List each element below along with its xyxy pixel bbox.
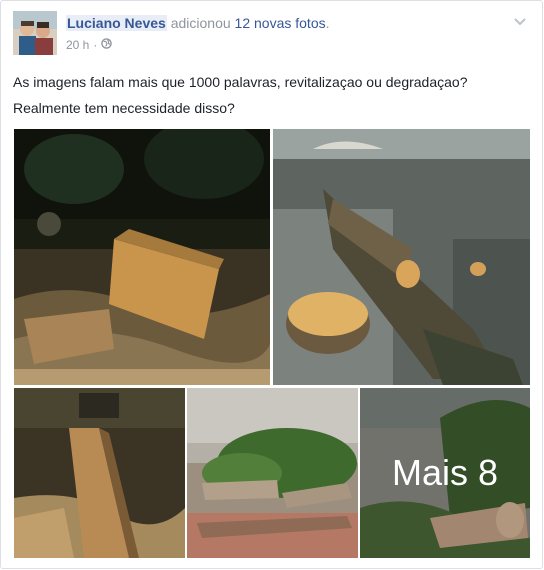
photo-4[interactable] (187, 388, 358, 558)
photo-5-more[interactable]: Mais 8 (360, 388, 530, 558)
chevron-down-icon[interactable] (512, 15, 528, 27)
post-text: As imagens falam mais que 1000 palavras,… (13, 69, 533, 121)
meta-separator: · (93, 38, 98, 52)
action-text: adicionou (170, 15, 231, 31)
post-text-line: Realmente tem necessidade disso? (13, 100, 235, 116)
post-card: Luciano Neves adicionou 12 novas fotos. … (0, 0, 543, 569)
photo-3[interactable] (14, 388, 185, 558)
post-meta: 20 h · (66, 38, 113, 52)
author-name-link[interactable]: Luciano Neves (66, 15, 167, 31)
more-photos-label[interactable]: Mais 8 (360, 388, 530, 558)
header-period: . (325, 15, 330, 31)
globe-icon[interactable] (101, 38, 113, 52)
author-avatar[interactable] (13, 11, 57, 55)
photo-2[interactable] (273, 129, 530, 385)
photos-count-link[interactable]: 12 novas fotos (235, 15, 326, 31)
photo-1[interactable] (14, 129, 270, 385)
post-text-line: As imagens falam mais que 1000 palavras,… (13, 74, 468, 90)
timestamp-link[interactable]: 20 h (66, 38, 89, 52)
post-header: Luciano Neves adicionou 12 novas fotos. (66, 15, 330, 31)
